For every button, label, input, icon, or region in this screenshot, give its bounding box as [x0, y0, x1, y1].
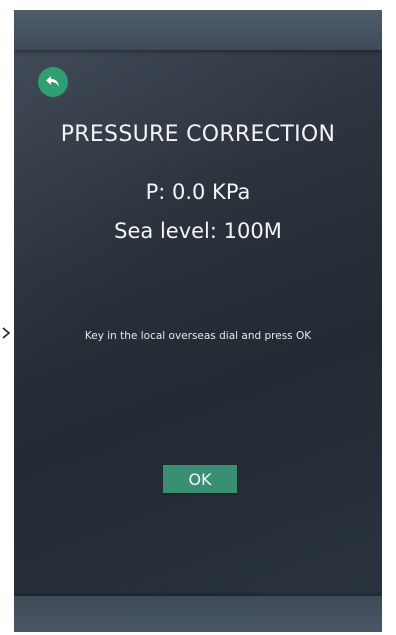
sea-level-readout: Sea level: 100M [114, 219, 282, 243]
device-screen: PRESSURE CORRECTION P: 0.0 KPa Sea level… [14, 10, 382, 632]
ok-button[interactable]: OK [163, 465, 237, 493]
back-arrow-icon [46, 76, 59, 87]
top-bar [14, 10, 382, 50]
chevron-right-icon [2, 327, 11, 339]
instruction-text: Key in the local overseas dial and press… [84, 330, 312, 342]
page-title: PRESSURE CORRECTION [60, 122, 336, 147]
pressure-readout: P: 0.0 KPa [145, 180, 251, 204]
back-button[interactable] [38, 67, 68, 97]
bottom-bar [14, 596, 382, 632]
page: PRESSURE CORRECTION P: 0.0 KPa Sea level… [0, 0, 396, 635]
